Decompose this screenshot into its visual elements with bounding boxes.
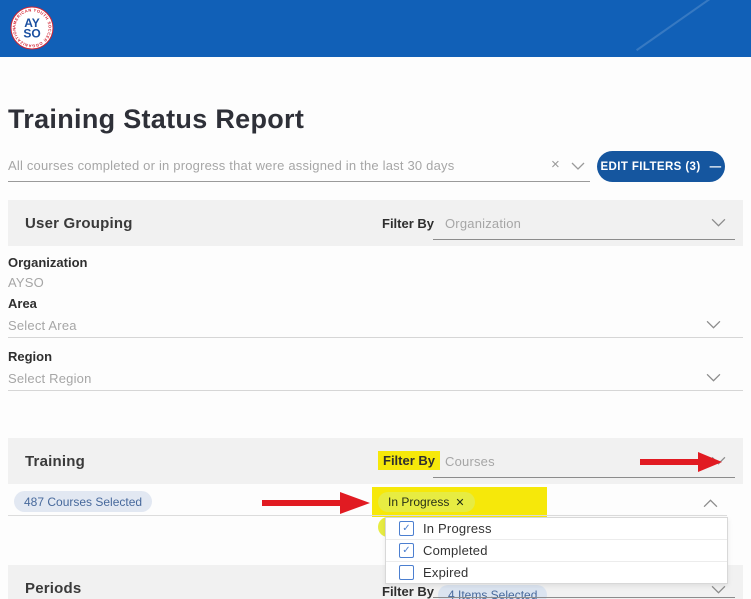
status-chips-highlight: In Progress ✕ Completed ✕: [372, 487, 547, 517]
organization-label: Organization: [8, 255, 87, 270]
option-label: Completed: [423, 543, 488, 558]
header-decoration: [636, 0, 715, 51]
periods-filter-chevron-down-icon[interactable]: [711, 585, 726, 594]
user-grouping-filter-by-label: Filter By: [382, 216, 434, 231]
checkbox-in-progress[interactable]: [399, 521, 414, 536]
area-chevron-down-icon[interactable]: [706, 320, 721, 329]
region-select[interactable]: Select Region: [8, 371, 92, 386]
courses-selected-count-chip: 487 Courses Selected: [14, 491, 152, 512]
area-label: Area: [8, 296, 37, 311]
page-title: Training Status Report: [8, 104, 304, 135]
training-filter-by-label-highlighted: Filter By: [378, 451, 440, 470]
app-header: AMERICAN YOUTH SOCCER ORGANIZATION · FOU…: [0, 0, 751, 57]
status-dropdown-chevron-up-icon[interactable]: [703, 499, 718, 508]
chip-close-icon[interactable]: ✕: [455, 496, 464, 509]
filter-select-underline: [433, 239, 735, 240]
periods-filter-underline: [433, 597, 735, 598]
saved-filter-summary[interactable]: All courses completed or in progress tha…: [8, 158, 454, 173]
periods-title: Periods: [25, 580, 81, 597]
periods-filter-by-label: Filter By: [382, 584, 434, 599]
checkbox-completed[interactable]: [399, 543, 414, 558]
checkbox-expired[interactable]: [399, 565, 414, 580]
ayso-logo-icon: AMERICAN YOUTH SOCCER ORGANIZATION · FOU…: [10, 6, 54, 50]
svg-text:SO: SO: [23, 27, 40, 41]
user-grouping-filter-select[interactable]: Organization: [445, 216, 521, 231]
training-filter-select[interactable]: Courses: [445, 454, 495, 469]
summary-chevron-down-icon[interactable]: [571, 162, 585, 170]
option-label: In Progress: [423, 521, 492, 536]
dropdown-option-completed[interactable]: Completed: [386, 540, 727, 562]
summary-underline: [8, 181, 590, 182]
dropdown-option-expired[interactable]: Expired: [386, 562, 727, 583]
training-status-report-page: AMERICAN YOUTH SOCCER ORGANIZATION · FOU…: [0, 0, 751, 599]
annotation-arrow-right: [640, 450, 724, 474]
status-dropdown-menu: In Progress Completed Expired: [385, 517, 728, 584]
region-chevron-down-icon[interactable]: [706, 373, 721, 382]
user-grouping-title: User Grouping: [25, 215, 133, 232]
annotation-arrow-right-2: [262, 490, 372, 516]
edit-filters-label: EDIT FILTERS (3): [600, 161, 700, 173]
training-title: Training: [25, 453, 85, 470]
option-label: Expired: [423, 565, 468, 580]
area-underline: [8, 337, 743, 338]
training-section-bar: Training Filter By Courses: [8, 438, 743, 484]
dropdown-option-in-progress[interactable]: In Progress: [386, 518, 727, 540]
area-select[interactable]: Select Area: [8, 318, 77, 333]
collapse-minus-icon: —: [710, 161, 722, 173]
organization-value: AYSO: [8, 275, 44, 290]
region-underline: [8, 390, 743, 391]
user-grouping-filter-chevron-down-icon[interactable]: [711, 218, 726, 227]
clear-filter-icon[interactable]: ×: [551, 156, 560, 173]
chip-label: In Progress: [388, 495, 449, 509]
user-grouping-section-bar: User Grouping Filter By Organization: [8, 200, 743, 246]
status-chip-in-progress[interactable]: In Progress ✕: [378, 492, 475, 512]
status-select-underline: [8, 515, 727, 516]
region-label: Region: [8, 349, 52, 364]
training-filter-underline: [433, 477, 735, 478]
edit-filters-button[interactable]: EDIT FILTERS (3) —: [597, 151, 725, 182]
